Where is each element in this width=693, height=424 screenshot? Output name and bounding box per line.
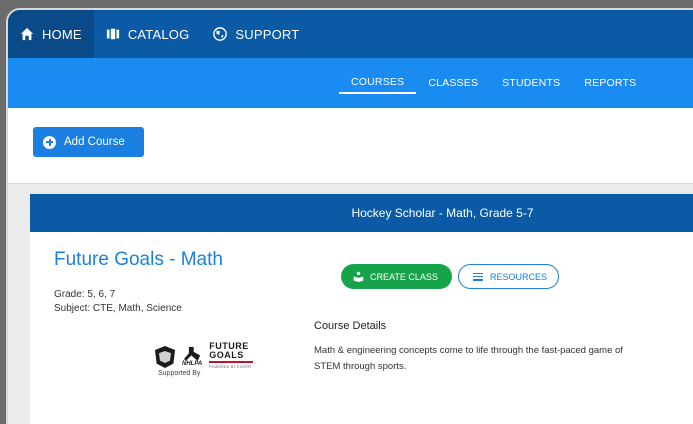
topnav-support-label: SUPPORT bbox=[235, 26, 300, 42]
future-goals-sub: POWERED BY EVERFI bbox=[209, 365, 252, 369]
course-details-line2: STEM through sports. bbox=[314, 361, 407, 372]
home-icon bbox=[20, 27, 34, 41]
subnav-classes[interactable]: CLASSES bbox=[416, 72, 490, 94]
topnav-catalog[interactable]: CATALOG bbox=[94, 10, 202, 58]
create-class-button[interactable]: CREATE CLASS bbox=[341, 264, 452, 289]
subnav-reports[interactable]: REPORTS bbox=[572, 72, 648, 94]
hockey-player-icon bbox=[184, 347, 201, 361]
globe-icon bbox=[213, 27, 228, 41]
future-goals-logo: FUTURE GOALS POWERED BY EVERFI bbox=[209, 342, 254, 372]
future-goals-line2: GOALS bbox=[209, 350, 244, 360]
nhlpa-logo: NHLPA bbox=[182, 347, 202, 367]
supported-by-label: Supported By bbox=[158, 370, 201, 377]
topnav-home-label: HOME bbox=[42, 26, 82, 42]
subnav-students[interactable]: STUDENTS bbox=[490, 72, 572, 94]
resources-label: RESOURCES bbox=[490, 271, 548, 282]
course-subject: Subject: CTE, Math, Science bbox=[54, 303, 182, 314]
sub-navigation: COURSES CLASSES STUDENTS REPORTS bbox=[8, 58, 693, 108]
add-course-label: Add Course bbox=[64, 136, 125, 148]
list-icon bbox=[473, 272, 483, 281]
course-meta: Grade: 5, 6, 7 Subject: CTE, Math, Scien… bbox=[54, 288, 182, 316]
catalog-icon bbox=[106, 28, 119, 40]
topnav-catalog-label: CATALOG bbox=[127, 26, 190, 42]
nhl-logo-icon bbox=[155, 346, 175, 368]
plus-circle-icon bbox=[43, 135, 56, 149]
course-title[interactable]: Future Goals - Math bbox=[54, 249, 223, 271]
course-grade: Grade: 5, 6, 7 bbox=[54, 289, 116, 300]
topnav-support[interactable]: SUPPORT bbox=[201, 10, 311, 58]
nhlpa-logo-text: NHLPA bbox=[182, 361, 203, 367]
top-navigation: HOME CATALOG SUPPORT bbox=[8, 10, 693, 58]
subnav-courses[interactable]: COURSES bbox=[339, 72, 417, 94]
toolbar: Add Course bbox=[8, 108, 693, 184]
course-details-line1: Math & engineering concepts come to life… bbox=[314, 345, 623, 356]
course-card: Hockey Scholar - Math, Grade 5-7 Future … bbox=[30, 194, 693, 424]
course-details-text: Math & engineering concepts come to life… bbox=[314, 343, 693, 375]
topnav-home[interactable]: HOME bbox=[8, 10, 94, 58]
sponsor-logos: NHLPA FUTURE GOALS POWERED BY EVERFI bbox=[155, 342, 254, 372]
resources-button[interactable]: RESOURCES bbox=[458, 264, 559, 289]
add-course-button[interactable]: Add Course bbox=[33, 127, 144, 157]
create-class-label: CREATE CLASS bbox=[370, 271, 438, 282]
create-class-icon bbox=[353, 271, 364, 282]
course-card-header: Hockey Scholar - Math, Grade 5-7 bbox=[30, 194, 693, 232]
app-window: HOME CATALOG SUPPORT COURSES CLASSES STU… bbox=[6, 8, 693, 424]
course-details-heading: Course Details bbox=[314, 320, 387, 332]
